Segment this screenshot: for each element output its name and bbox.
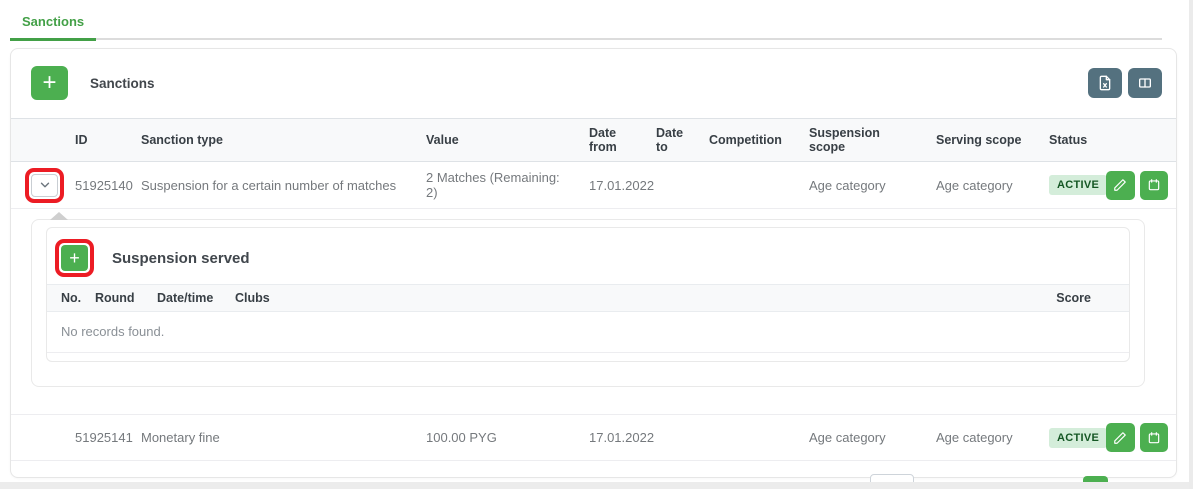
cell-sanction-type: Monetary fine <box>129 415 414 461</box>
sanctions-panel: + Sanctions <box>10 48 1177 478</box>
header-date-from: Date from <box>577 119 644 162</box>
row-detail-container: + Suspension served No. Round Date/time … <box>31 219 1145 387</box>
add-suspension-served-button[interactable]: + <box>61 245 88 271</box>
suspension-calendar-button[interactable] <box>1140 423 1169 452</box>
expand-row-button[interactable] <box>31 174 58 197</box>
header-actions <box>1094 119 1176 162</box>
pencil-icon <box>1113 178 1127 192</box>
annotation-highlight <box>31 174 58 197</box>
detail-header: + Suspension served <box>47 228 1129 284</box>
scrollbar-track[interactable] <box>1189 0 1193 489</box>
table-header-row: ID Sanction type Value Date from Date to… <box>11 119 1176 162</box>
cell-competition <box>697 415 797 461</box>
header-id: ID <box>63 119 129 162</box>
detail-caret <box>50 212 68 220</box>
header-sanction-type: Sanction type <box>129 119 414 162</box>
cell-suspension-scope: Age category <box>797 415 924 461</box>
detail-header-round: Round <box>95 285 157 312</box>
suspension-served-card: + Suspension served No. Round Date/time … <box>46 227 1130 362</box>
detail-header-clubs: Clubs <box>235 285 1039 312</box>
spacer <box>11 387 1176 408</box>
tab-sanctions[interactable]: Sanctions <box>10 4 96 41</box>
edit-sanction-button[interactable] <box>1106 423 1135 452</box>
header-status: Status <box>1037 119 1094 162</box>
header-value: Value <box>414 119 577 162</box>
cell-date-from: 17.01.2022 <box>577 415 644 461</box>
calendar-icon <box>1147 431 1161 445</box>
detail-title: Suspension served <box>112 250 250 267</box>
detail-header-no: No. <box>47 285 95 312</box>
suspension-calendar-button[interactable] <box>1140 171 1169 200</box>
export-excel-button[interactable] <box>1088 68 1122 98</box>
panel-title: Sanctions <box>90 76 155 91</box>
sanctions-table-continued: 51925141 Monetary fine 100.00 PYG 17.01.… <box>11 414 1176 461</box>
calendar-icon <box>1147 178 1161 192</box>
annotation-highlight: + <box>61 245 88 271</box>
header-competition: Competition <box>697 119 797 162</box>
edit-sanction-button[interactable] <box>1106 171 1135 200</box>
header-expander <box>11 119 63 162</box>
columns-icon <box>1137 75 1153 91</box>
tab-bar: Sanctions <box>10 0 1162 40</box>
detail-header-row: No. Round Date/time Clubs Score <box>47 285 1129 312</box>
cell-id: 51925141 <box>63 415 129 461</box>
cell-value: 2 Matches (Remaining: 2) <box>414 162 577 209</box>
cell-suspension-scope: Age category <box>797 162 924 209</box>
chevron-down-icon <box>38 178 52 192</box>
table-row: 51925140 Suspension for a certain number… <box>11 162 1176 209</box>
cell-serving-scope: Age category <box>924 415 1037 461</box>
status-badge: ACTIVE <box>1049 428 1107 448</box>
detail-empty-row: No records found. <box>47 312 1129 353</box>
cell-sanction-type: Suspension for a certain number of match… <box>129 162 414 209</box>
page-background-strip <box>0 482 1193 489</box>
panel-header: + Sanctions <box>11 49 1176 112</box>
header-date-to: Date to <box>644 119 697 162</box>
cell-value: 100.00 PYG <box>414 415 577 461</box>
status-badge: ACTIVE <box>1049 175 1107 195</box>
no-records-text: No records found. <box>47 312 1129 353</box>
detail-header-datetime: Date/time <box>157 285 235 312</box>
detail-header-score: Score <box>1039 285 1129 312</box>
header-serving-scope: Serving scope <box>924 119 1037 162</box>
header-suspension-scope: Suspension scope <box>797 119 924 162</box>
suspension-served-table: No. Round Date/time Clubs Score No recor… <box>47 284 1129 353</box>
cell-competition <box>697 162 797 209</box>
table-row: 51925141 Monetary fine 100.00 PYG 17.01.… <box>11 415 1176 461</box>
add-sanction-button[interactable]: + <box>31 66 68 100</box>
columns-settings-button[interactable] <box>1128 68 1162 98</box>
export-excel-icon <box>1097 75 1113 91</box>
sanctions-table: ID Sanction type Value Date from Date to… <box>11 118 1176 209</box>
cell-date-from: 17.01.2022 <box>577 162 644 209</box>
pencil-icon <box>1113 431 1127 445</box>
cell-serving-scope: Age category <box>924 162 1037 209</box>
cell-id: 51925140 <box>63 162 129 209</box>
